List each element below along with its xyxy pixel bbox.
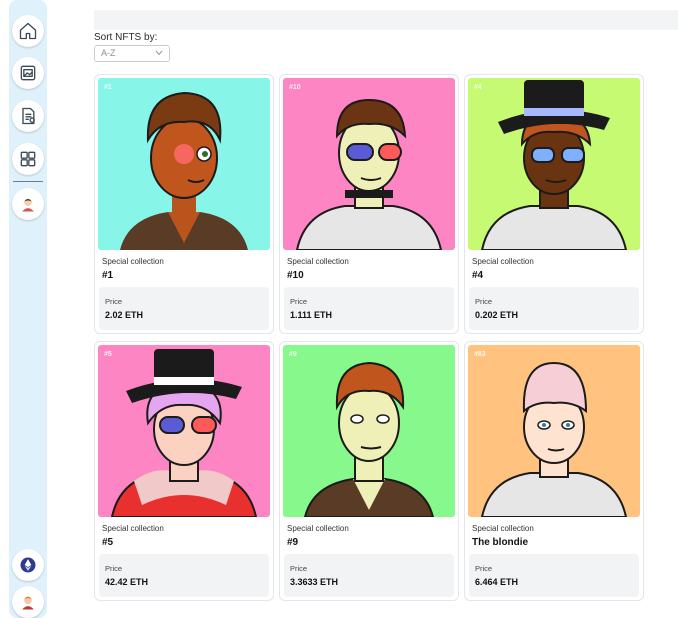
price-box: Price 42.42 ETH [99,554,269,597]
nft-card[interactable]: #5 Special collection #5 Price 42.42 ETH [94,341,274,601]
ethereum-button[interactable] [12,549,44,581]
price-box: Price 6.464 ETH [469,554,639,597]
nft-collection: Special collection [472,257,534,266]
nft-badge: #1 [104,84,112,91]
nft-name: The blondie [472,537,529,548]
nft-image: #1 [98,78,270,250]
sidebar [9,0,47,618]
nft-badge: #10 [289,84,301,91]
nft-grid: #1 Special collection #1 Price 2.02 ETH … [94,74,644,601]
price-label: Price [105,297,123,306]
price-box: Price 3.3633 ETH [284,554,454,597]
sort-select[interactable]: A-Z [94,45,170,62]
nft-image: #4 [468,78,640,250]
nft-collection: Special collection [472,524,534,533]
sort-selected-value: A-Z [101,48,116,58]
nft-badge: #4 [474,84,482,91]
nav-profile-button[interactable] [12,188,44,220]
nft-collection: Special collection [102,524,164,533]
sidebar-divider [13,181,43,182]
nav-document-button[interactable] [12,100,44,132]
nft-image: #10 [283,78,455,250]
price-value: 6.464 ETH [475,577,519,587]
user-account-button[interactable] [12,586,44,618]
nft-name: #9 [287,537,299,548]
nft-image: #5 [98,345,270,517]
sort-label: Sort NFTS by: [94,32,158,43]
nft-image: #9 [283,345,455,517]
price-label: Price [475,297,493,306]
nav-gallery-button[interactable] [12,57,44,89]
price-value: 3.3633 ETH [290,577,339,587]
nft-card[interactable]: #83 Special collection The blondie Price… [464,341,644,601]
nav-home-button[interactable] [12,15,44,47]
price-box: Price 2.02 ETH [99,287,269,330]
ethereum-icon [20,557,36,573]
price-box: Price 0.202 ETH [469,287,639,330]
grid-icon [20,151,36,167]
nft-collection: Special collection [287,524,349,533]
nft-collection: Special collection [287,257,349,266]
nft-name: #4 [472,270,484,281]
home-icon [19,22,37,40]
top-bar [94,10,678,30]
price-label: Price [475,564,493,573]
avatar-icon [22,596,34,610]
avatar-icon [22,198,34,212]
nft-card[interactable]: #9 Special collection #9 Price 3.3633 ET… [279,341,459,601]
nft-badge: #83 [474,351,486,358]
nft-card[interactable]: #4 Special collection #4 Price 0.202 ETH [464,74,644,334]
nft-badge: #5 [104,351,112,358]
nft-name: #1 [102,270,114,281]
price-value: 2.02 ETH [105,310,144,320]
nft-badge: #9 [289,351,297,358]
nft-name: #10 [287,270,304,281]
price-value: 42.42 ETH [105,577,149,587]
nft-card[interactable]: #10 Special collection #10 Price 1.111 E… [279,74,459,334]
nav-collections-button[interactable] [12,143,44,175]
chevron-down-icon [155,50,163,56]
price-box: Price 1.111 ETH [284,287,454,330]
nft-card[interactable]: #1 Special collection #1 Price 2.02 ETH [94,74,274,334]
nft-name: #5 [102,537,114,548]
price-label: Price [290,297,308,306]
image-frame-icon [20,65,36,81]
nft-collection: Special collection [102,257,164,266]
price-value: 0.202 ETH [475,310,519,320]
price-label: Price [105,564,123,573]
price-label: Price [290,564,308,573]
price-value: 1.111 ETH [290,310,333,320]
nft-image: #83 [468,345,640,517]
document-icon [22,107,35,125]
